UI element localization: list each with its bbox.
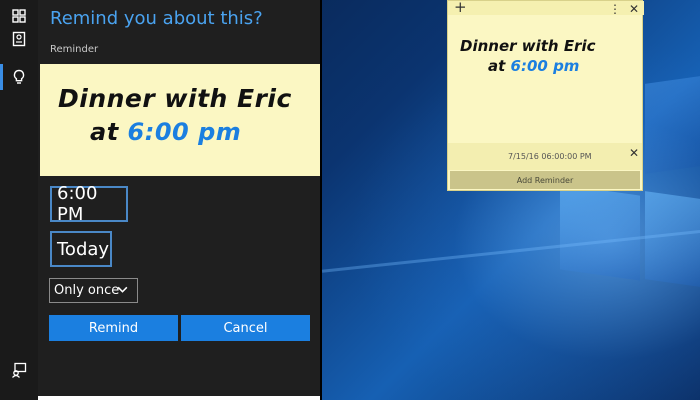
- panel-title: Remind you about this?: [50, 8, 263, 29]
- time-picker[interactable]: 6:00 PM: [50, 183, 128, 225]
- note-at: at: [90, 118, 119, 146]
- remove-reminder-icon[interactable]: ✕: [629, 146, 639, 160]
- windows-logo-pane: [560, 184, 640, 281]
- more-options-icon[interactable]: ⋮: [609, 2, 621, 16]
- sticky-toolbar: + ⋮ ✕: [448, 0, 644, 16]
- note-line-2: at 6:00 pm: [90, 118, 241, 146]
- windows-logo-pane: [645, 191, 700, 287]
- chevron-down-icon: [117, 286, 128, 293]
- nav-strip: [0, 0, 38, 400]
- panel-subtitle: Reminder: [50, 44, 99, 55]
- remind-button[interactable]: Remind: [49, 315, 178, 341]
- close-icon[interactable]: ✕: [629, 2, 639, 16]
- sticky-note[interactable]: + ⋮ ✕ Dinner with Eric at 6:00 pm 7/15/1…: [447, 0, 644, 191]
- lightbulb-icon: [13, 69, 25, 84]
- feedback-icon: [12, 362, 27, 378]
- notebook-icon: [12, 31, 26, 47]
- sticky-at: at: [488, 57, 506, 75]
- panel-bottom-bar: [38, 396, 322, 400]
- reminder-panel: Remind you about this? Reminder Dinner w…: [38, 0, 322, 400]
- light-beam: [321, 230, 700, 273]
- cancel-button[interactable]: Cancel: [181, 315, 310, 341]
- note-line-1: Dinner with Eric: [58, 84, 292, 113]
- sticky-time: 6:00 pm: [510, 57, 580, 75]
- repeat-dropdown[interactable]: Only once: [49, 278, 138, 303]
- feedback-button[interactable]: [11, 362, 27, 378]
- panel-divider: [320, 0, 322, 400]
- date-picker[interactable]: Today: [50, 231, 112, 267]
- nav-reminders-button[interactable]: [0, 60, 38, 94]
- add-reminder-button[interactable]: Add Reminder: [450, 171, 640, 189]
- sticky-line-2: at 6:00 pm: [488, 57, 579, 75]
- note-preview: Dinner with Eric at 6:00 pm: [40, 64, 322, 176]
- sticky-line-1: Dinner with Eric: [460, 37, 596, 55]
- reminder-row: 7/15/16 06:00:00 PM ✕: [448, 143, 642, 170]
- nav-notebook-button[interactable]: [0, 22, 38, 56]
- windows-logo-pane: [645, 76, 700, 174]
- reminder-timestamp: 7/15/16 06:00:00 PM: [508, 152, 592, 161]
- add-note-icon[interactable]: +: [454, 0, 467, 16]
- note-time: 6:00 pm: [127, 118, 242, 146]
- repeat-value: Only once: [54, 283, 120, 298]
